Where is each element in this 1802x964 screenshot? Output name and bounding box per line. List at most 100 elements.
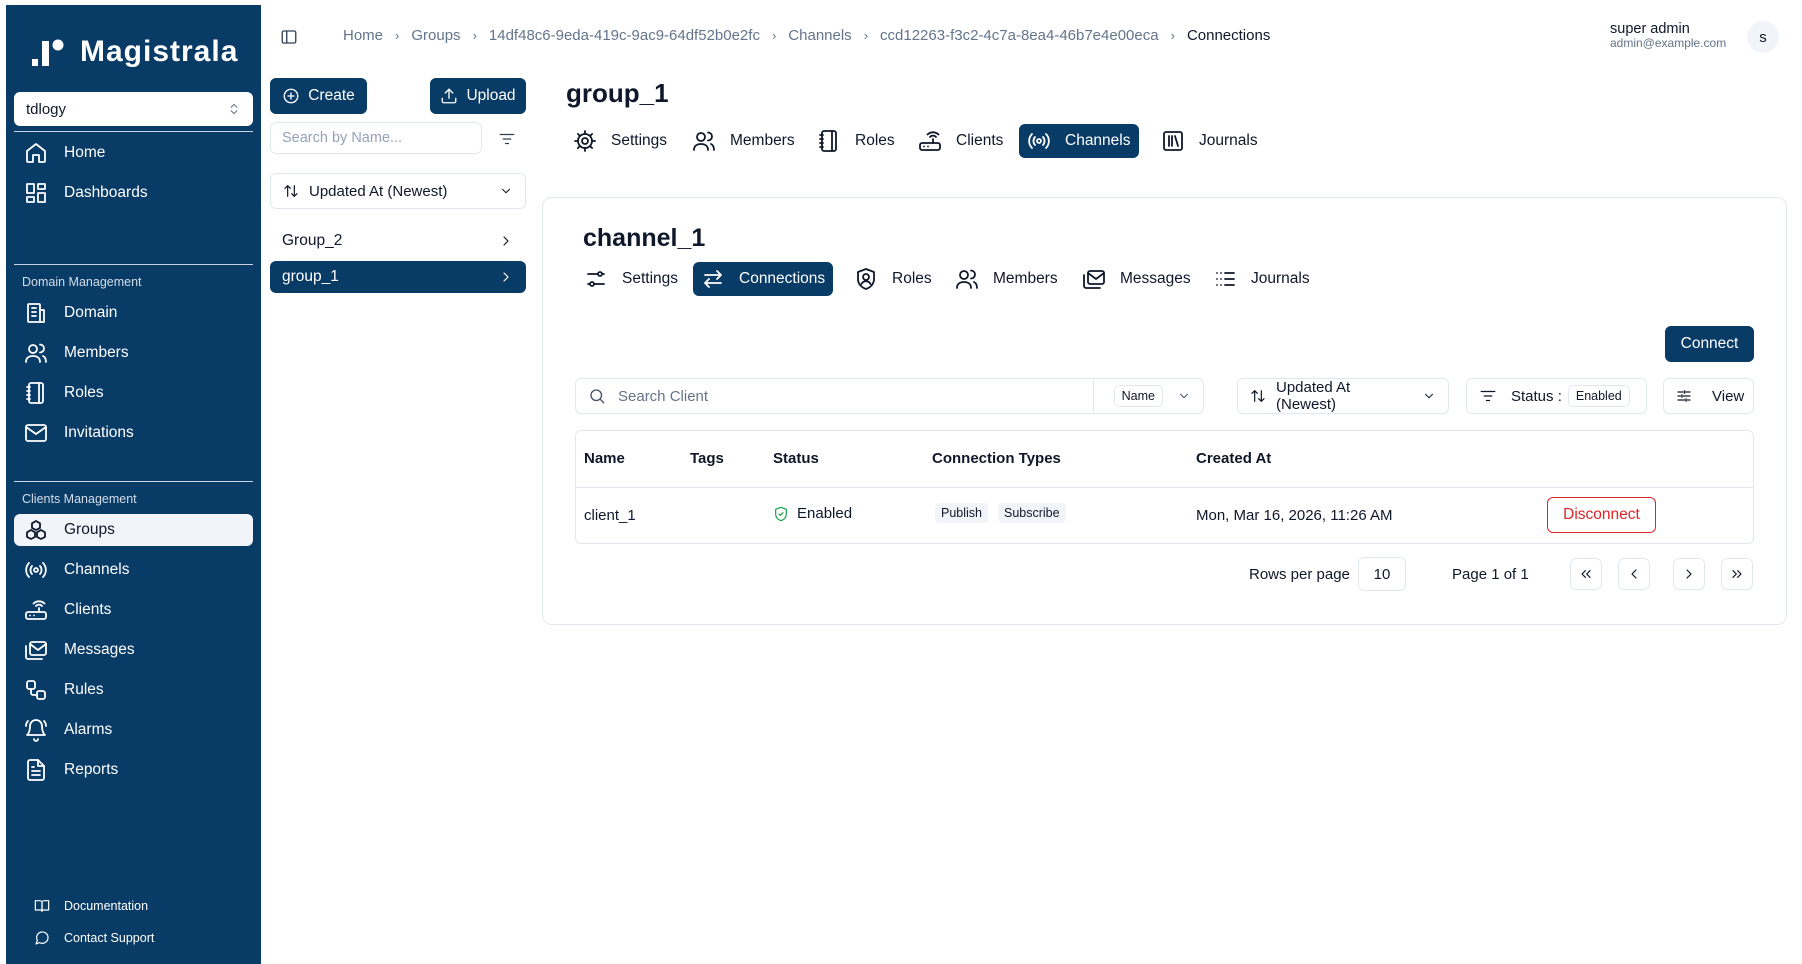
page-title: group_1 <box>566 78 669 108</box>
sidebar-item-messages[interactable]: Messages <box>14 634 253 666</box>
boxes-icon <box>24 518 48 542</box>
column-header-status[interactable]: Status <box>773 450 819 467</box>
sidebar-item-label: Alarms <box>64 721 113 738</box>
create-button[interactable]: Create <box>270 78 367 114</box>
disconnect-button[interactable]: Disconnect <box>1547 497 1656 533</box>
search-client-input[interactable]: Search Client Name <box>575 378 1204 414</box>
breadcrumb-item-group-id[interactable]: 14df48c6-9eda-419c-9ac9-64df52b0e2fc <box>489 27 760 44</box>
chevron-right-icon <box>498 269 514 285</box>
breadcrumb: Home › Groups › 14df48c6-9eda-419c-9ac9-… <box>343 27 1270 44</box>
chevrons-right-icon <box>1729 566 1745 582</box>
channel-tab-roles[interactable]: Roles <box>846 262 940 296</box>
group-tab-members[interactable]: Members <box>684 124 803 158</box>
first-page-button[interactable] <box>1570 558 1602 590</box>
users-icon <box>955 267 979 291</box>
connect-button[interactable]: Connect <box>1665 326 1754 362</box>
cell-client-name[interactable]: client_1 <box>584 507 636 524</box>
arrow-right-left-icon <box>701 267 725 291</box>
status-text: Enabled <box>797 505 853 522</box>
domain-section-heading: Domain Management <box>22 275 142 289</box>
sidebar-toggle-icon[interactable] <box>280 28 298 46</box>
contact-support-link[interactable]: Contact Support <box>14 927 154 949</box>
breadcrumb-item-home[interactable]: Home <box>343 27 383 44</box>
sidebar-item-label: Clients <box>64 601 112 618</box>
column-header-name[interactable]: Name <box>584 450 625 467</box>
channel-tab-members[interactable]: Members <box>947 262 1066 296</box>
view-options-button[interactable]: View <box>1663 378 1754 414</box>
channel-tab-journals[interactable]: Journals <box>1205 262 1318 296</box>
sidebar-item-alarms[interactable]: Alarms <box>14 714 253 746</box>
channel-tab-messages[interactable]: Messages <box>1074 262 1199 296</box>
group-list-item[interactable]: group_1 <box>270 261 526 293</box>
chevron-left-icon <box>1626 566 1642 582</box>
sidebar-item-label: Invitations <box>64 424 134 441</box>
search-groups-input[interactable]: Search by Name... <box>270 122 482 154</box>
tab-label: Journals <box>1251 270 1310 287</box>
file-text-icon <box>24 758 48 782</box>
chevron-right-icon: › <box>472 28 477 43</box>
view-label: View <box>1712 387 1745 405</box>
column-header-tags[interactable]: Tags <box>690 450 724 467</box>
previous-page-button[interactable] <box>1618 558 1650 590</box>
group-tab-clients[interactable]: Clients <box>910 124 1011 158</box>
chevrons-up-down-icon <box>227 102 241 116</box>
sidebar-item-groups[interactable]: Groups <box>14 514 253 546</box>
chevron-right-icon: › <box>863 28 869 43</box>
search-groups-placeholder: Search by Name... <box>282 130 403 146</box>
last-page-button[interactable] <box>1721 558 1753 590</box>
sidebar-item-home[interactable]: Home <box>14 137 253 169</box>
notebook-icon <box>24 381 48 405</box>
clients-section-heading: Clients Management <box>22 492 137 506</box>
domain-select[interactable]: tdlogy <box>14 92 253 126</box>
status-filter[interactable]: Status : Enabled <box>1466 378 1647 414</box>
sidebar-item-rules[interactable]: Rules <box>14 674 253 706</box>
filter-icon <box>1479 387 1497 405</box>
channel-tab-settings[interactable]: Settings <box>576 262 686 296</box>
breadcrumb-item-channel-id[interactable]: ccd12263-f3c2-4c7a-8ea4-46b7e4e00eca <box>880 27 1159 44</box>
user-info[interactable]: super admin admin@example.com <box>1610 21 1726 50</box>
column-header-connection-types[interactable]: Connection Types <box>932 450 1061 467</box>
sidebar-item-domain[interactable]: Domain <box>14 297 253 329</box>
filter-icon[interactable] <box>498 130 516 148</box>
documentation-link[interactable]: Documentation <box>14 895 148 917</box>
sidebar-item-label: Dashboards <box>64 184 148 201</box>
contact-support-label: Contact Support <box>64 931 155 945</box>
arrow-up-down-icon <box>1250 388 1266 404</box>
upload-button[interactable]: Upload <box>430 78 526 114</box>
bell-ring-icon <box>24 718 48 742</box>
group-tab-journals[interactable]: Journals <box>1153 124 1266 158</box>
dashboard-icon <box>24 181 48 205</box>
next-page-button[interactable] <box>1673 558 1705 590</box>
breadcrumb-item-channels[interactable]: Channels <box>788 27 851 44</box>
documentation-label: Documentation <box>64 899 149 913</box>
chevron-right-icon <box>498 233 514 249</box>
group-list-item[interactable]: Group_2 <box>270 225 526 257</box>
tab-label: Channels <box>1065 132 1131 149</box>
avatar[interactable]: s <box>1747 21 1779 53</box>
sidebar-item-members[interactable]: Members <box>14 337 253 369</box>
sidebar-item-label: Channels <box>64 561 130 578</box>
column-header-created-at[interactable]: Created At <box>1196 450 1271 467</box>
breadcrumb-item-groups[interactable]: Groups <box>411 27 460 44</box>
app-logo[interactable]: Magistrala <box>32 35 238 69</box>
sidebar-item-invitations[interactable]: Invitations <box>14 417 253 449</box>
sidebar-item-channels[interactable]: Channels <box>14 554 253 586</box>
group-tab-roles[interactable]: Roles <box>809 124 903 158</box>
group-tab-settings[interactable]: Settings <box>565 124 675 158</box>
chevron-right-icon: › <box>771 28 777 43</box>
rows-per-page-select[interactable]: 10 <box>1358 557 1406 591</box>
sidebar-item-label: Messages <box>64 641 135 658</box>
group-tab-channels[interactable]: Channels <box>1019 124 1139 158</box>
sidebar-item-dashboards[interactable]: Dashboards <box>14 177 253 209</box>
sidebar-item-roles[interactable]: Roles <box>14 377 253 409</box>
channel-tab-connections[interactable]: Connections <box>693 262 834 296</box>
search-field-select[interactable]: Name <box>1094 385 1203 407</box>
connections-sort-select[interactable]: Updated At (Newest) <box>1237 378 1449 414</box>
sidebar-item-clients[interactable]: Clients <box>14 594 253 626</box>
sidebar-item-label: Home <box>64 144 106 161</box>
tab-label: Members <box>730 132 795 149</box>
sliders-horizontal-icon <box>1676 388 1692 404</box>
groups-sort-select[interactable]: Updated At (Newest) <box>270 173 526 209</box>
shield-check-icon <box>773 506 789 522</box>
sidebar-item-reports[interactable]: Reports <box>14 754 253 786</box>
